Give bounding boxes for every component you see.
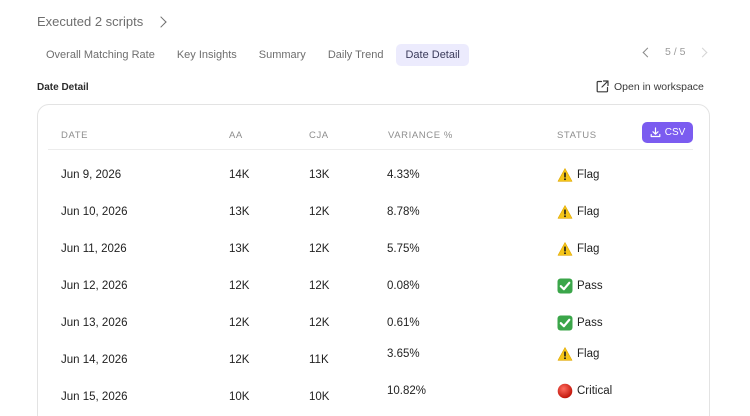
column-header-date[interactable]: DATE	[61, 130, 88, 141]
open-in-workspace-link[interactable]: Open in workspace	[596, 80, 704, 93]
cell-aa: 13K	[229, 206, 250, 218]
cell-aa: 12K	[229, 317, 250, 329]
tab-summary[interactable]: Summary	[250, 44, 315, 66]
cell-cja: 12K	[309, 243, 330, 255]
status-label: Flag	[577, 206, 600, 218]
external-link-icon	[596, 80, 609, 93]
download-csv-button[interactable]: CSV	[642, 122, 693, 143]
cell-variance: 3.65%	[387, 348, 420, 360]
cell-aa: 12K	[229, 280, 250, 292]
cell-date: Jun 15, 2026	[61, 391, 128, 403]
tab-key-insights[interactable]: Key Insights	[168, 44, 246, 66]
cell-date: Jun 9, 2026	[61, 169, 122, 181]
status-label: Critical	[577, 385, 613, 397]
critical-icon	[557, 383, 573, 399]
cell-variance: 5.75%	[387, 243, 420, 255]
table-row: Jun 10, 2026 13K 12K 8.78% Flag	[38, 199, 709, 229]
table-row: Jun 9, 2026 14K 13K 4.33% Flag	[38, 162, 709, 192]
section-title: Date Detail	[37, 82, 89, 93]
open-in-workspace-label: Open in workspace	[614, 80, 704, 93]
pager: 5 / 5	[638, 46, 708, 58]
table-row: Jun 13, 2026 12K 12K 0.61% Pass	[38, 310, 709, 340]
column-header-aa[interactable]: AA	[229, 130, 243, 141]
table-row: Jun 15, 2026 10K 10K 10.82% Critical	[38, 383, 709, 414]
check-icon	[557, 315, 573, 331]
cell-cja: 13K	[309, 169, 330, 181]
table-row: Jun 12, 2026 12K 12K 0.08% Pass	[38, 273, 709, 303]
executed-scripts-toggle[interactable]: Executed 2 scripts	[37, 14, 167, 29]
cell-variance: 0.08%	[387, 280, 420, 292]
status-label: Pass	[577, 280, 603, 292]
cell-status: Pass	[557, 278, 603, 294]
cell-status: Pass	[557, 315, 603, 331]
executed-scripts-label: Executed 2 scripts	[37, 14, 144, 29]
warning-icon	[557, 241, 573, 257]
cell-variance: 10.82%	[387, 385, 427, 397]
cell-date: Jun 13, 2026	[61, 317, 128, 329]
cell-aa: 12K	[229, 354, 250, 366]
warning-icon	[557, 346, 573, 362]
cell-date: Jun 11, 2026	[61, 243, 127, 255]
column-header-status[interactable]: STATUS	[557, 130, 597, 141]
warning-icon	[557, 167, 573, 183]
cell-status: Flag	[557, 346, 599, 362]
tab-daily-trend[interactable]: Daily Trend	[319, 44, 393, 66]
csv-button-label: CSV	[664, 127, 686, 138]
next-page-icon[interactable]	[697, 47, 708, 57]
cell-aa: 10K	[229, 391, 250, 403]
cell-date: Jun 12, 2026	[61, 280, 128, 292]
previous-page-icon[interactable]	[642, 47, 653, 57]
cell-cja: 11K	[309, 354, 329, 366]
tab-overall-matching-rate[interactable]: Overall Matching Rate	[37, 44, 164, 66]
status-label: Flag	[577, 348, 600, 360]
date-detail-table: DATE AA CJA VARIANCE % STATUS CSV Jun 9,…	[37, 104, 710, 416]
column-header-cja[interactable]: CJA	[309, 130, 329, 141]
cell-variance: 4.33%	[387, 169, 420, 181]
cell-date: Jun 14, 2026	[61, 354, 128, 366]
page-indicator: 5 / 5	[665, 46, 686, 58]
table-row: Jun 14, 2026 12K 11K 3.65% Flag	[38, 347, 709, 377]
tab-date-detail[interactable]: Date Detail	[396, 43, 469, 66]
cell-cja: 10K	[309, 391, 330, 403]
status-label: Pass	[577, 317, 603, 329]
result-tabs: Overall Matching Rate Key Insights Summa…	[37, 43, 469, 66]
cell-date: Jun 10, 2026	[61, 206, 128, 218]
status-label: Flag	[577, 169, 600, 181]
status-label: Flag	[577, 243, 600, 255]
cell-cja: 12K	[309, 317, 330, 329]
table-row: Jun 11, 2026 13K 12K 5.75% Flag	[38, 236, 709, 266]
cell-variance: 8.78%	[387, 206, 420, 218]
download-icon	[650, 127, 661, 138]
cell-status: Critical	[557, 383, 612, 399]
cell-aa: 13K	[229, 243, 250, 255]
cell-status: Flag	[557, 204, 599, 220]
cell-status: Flag	[557, 167, 599, 183]
cell-variance: 0.61%	[387, 317, 420, 329]
cell-cja: 12K	[309, 280, 330, 292]
column-header-variance[interactable]: VARIANCE %	[388, 130, 453, 141]
cell-cja: 12K	[309, 206, 330, 218]
check-icon	[557, 278, 573, 294]
cell-status: Flag	[557, 241, 599, 257]
warning-icon	[557, 204, 573, 220]
cell-aa: 14K	[229, 169, 250, 181]
header-divider	[48, 149, 693, 150]
chevron-right-icon	[155, 15, 167, 28]
